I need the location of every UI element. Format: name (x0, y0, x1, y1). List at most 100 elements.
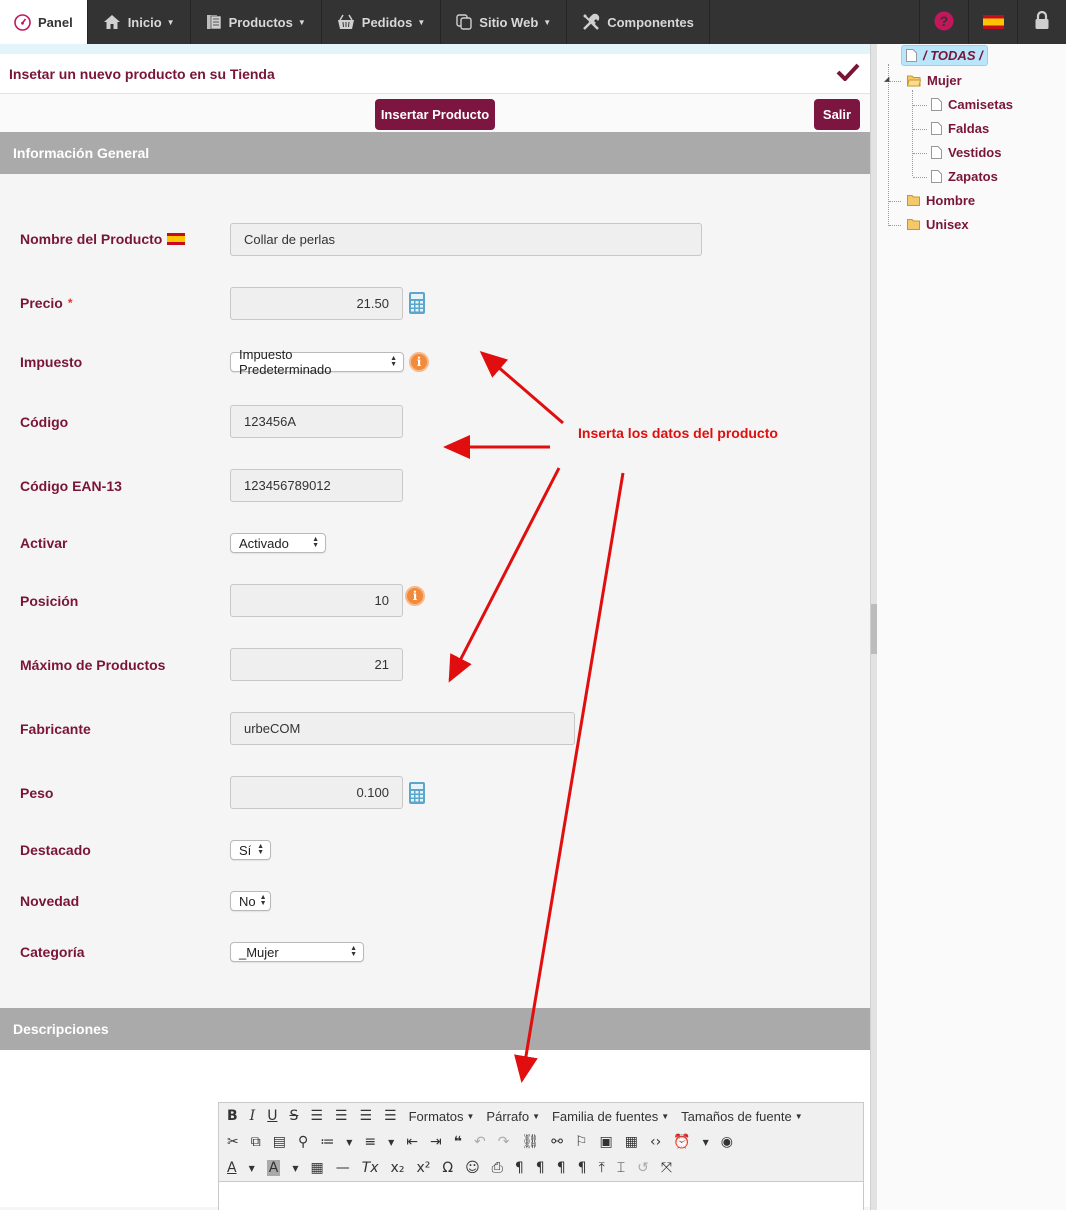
align-justify-icon[interactable]: ☰ (384, 1108, 397, 1124)
horizontal-rule-icon[interactable]: — (336, 1160, 350, 1176)
editor-body[interactable] (219, 1181, 863, 1210)
align-right-icon[interactable]: ☰ (359, 1108, 372, 1124)
media-icon[interactable]: ▦ (625, 1134, 638, 1150)
manufacturer-input[interactable]: urbeCOM (230, 712, 575, 745)
page-break-icon[interactable]: ⌶ (617, 1160, 625, 1176)
cut-icon[interactable]: ✂ (227, 1134, 239, 1150)
tax-select[interactable]: Impuesto Predeterminado ▲ ▼ (230, 347, 404, 377)
copy-icon[interactable]: ⧉ (251, 1134, 261, 1150)
superscript-icon[interactable]: x² (416, 1160, 430, 1176)
strikethrough-icon[interactable]: S (289, 1108, 298, 1124)
find-icon[interactable]: ⚲ (298, 1134, 308, 1150)
upload-icon[interactable]: ⤒ (599, 1160, 605, 1176)
blockquote-icon[interactable]: ❝ (454, 1134, 462, 1150)
paragraph-dropdown[interactable]: Párrafo ▼ (486, 1109, 540, 1124)
emoticon-icon[interactable]: ☺ (465, 1160, 480, 1176)
code-input[interactable]: 123456A (230, 405, 403, 438)
outdent-icon[interactable]: ⇤ (406, 1134, 418, 1150)
insert-product-button[interactable]: Insertar Producto (375, 99, 495, 130)
nav-componentes[interactable]: Componentes (567, 0, 710, 44)
nav-pedidos[interactable]: Pedidos ▼ (322, 0, 442, 44)
rtl-icon[interactable]: ¶ (536, 1160, 545, 1176)
featured-select[interactable]: Sí ▲ ▼ (230, 840, 271, 860)
nav-inicio[interactable]: Inicio ▼ (88, 0, 191, 44)
tree-node-faldas[interactable]: Faldas (931, 121, 989, 136)
position-input[interactable]: 10 (230, 584, 403, 617)
chevron-down-icon[interactable]: ▼ (388, 1138, 394, 1147)
language-button[interactable] (968, 0, 1017, 44)
clear-format-icon[interactable]: Tx (362, 1160, 379, 1176)
undo-icon[interactable]: ↶ (474, 1134, 486, 1150)
text-color-icon[interactable]: A (227, 1160, 237, 1176)
panel-splitter[interactable] (870, 44, 877, 1210)
chevron-down-icon[interactable]: ▼ (703, 1138, 709, 1147)
category-select[interactable]: _Mujer ▲ ▼ (230, 942, 364, 962)
show-blocks-icon[interactable]: ¶ (557, 1160, 566, 1176)
ltr-icon[interactable]: ¶ (515, 1160, 524, 1176)
indent-icon[interactable]: ⇥ (430, 1134, 442, 1150)
exit-button[interactable]: Salir (814, 99, 860, 130)
tree-node-unisex[interactable]: Unisex (907, 217, 969, 232)
chevron-down-icon[interactable]: ▼ (249, 1164, 255, 1173)
weight-input[interactable]: 0.100 (230, 776, 403, 809)
tree-node-mujer[interactable]: Mujer (907, 73, 962, 88)
chevron-down-icon: ▼ (297, 17, 306, 27)
product-name-label-text: Nombre del Producto (20, 231, 163, 247)
calculator-icon[interactable] (409, 292, 425, 319)
tree-node-camisetas[interactable]: Camisetas (931, 97, 1013, 112)
fullscreen-icon[interactable]: ⤧ (661, 1160, 672, 1176)
bookmark-icon[interactable]: ⚐ (575, 1134, 588, 1150)
preview-icon[interactable]: ◉ (721, 1134, 733, 1150)
required-marker: * (67, 296, 73, 310)
align-center-icon[interactable]: ☰ (335, 1108, 348, 1124)
activate-select[interactable]: Activado ▲ ▼ (230, 533, 326, 553)
subscript-icon[interactable]: x₂ (391, 1160, 405, 1176)
tree-node-vestidos[interactable]: Vestidos (931, 145, 1001, 160)
tree-node-zapatos[interactable]: Zapatos (931, 169, 998, 184)
font-family-dropdown[interactable]: Familia de fuentes ▼ (552, 1109, 669, 1124)
tree-expand-icon[interactable]: ◢ (884, 75, 889, 83)
link-icon[interactable]: ⛓ (521, 1134, 539, 1150)
print-icon[interactable]: ⎙ (492, 1160, 503, 1176)
chevron-down-icon[interactable]: ▼ (346, 1138, 352, 1147)
info-icon[interactable]: i (405, 586, 425, 606)
tree-node-hombre[interactable]: Hombre (907, 193, 975, 208)
special-char-icon[interactable]: Ω (442, 1160, 453, 1176)
max-products-input[interactable]: 21 (230, 648, 403, 681)
chevron-down-icon[interactable]: ▼ (292, 1164, 298, 1173)
info-icon[interactable]: i (409, 352, 429, 372)
nav-sitio-web[interactable]: Sitio Web ▼ (441, 0, 568, 44)
check-icon[interactable] (836, 62, 860, 86)
calculator-icon[interactable] (409, 782, 425, 809)
nav-componentes-label: Componentes (607, 14, 694, 30)
underline-icon[interactable]: U (267, 1108, 277, 1124)
align-left-icon[interactable]: ☰ (310, 1108, 323, 1124)
background-color-icon[interactable]: A (266, 1160, 281, 1176)
nav-productos[interactable]: Productos ▼ (191, 0, 322, 44)
image-icon[interactable]: ▣ (600, 1134, 613, 1150)
section-general-header: Información General (0, 132, 870, 174)
formats-dropdown[interactable]: Formatos ▼ (409, 1109, 475, 1124)
ean-input[interactable]: 123456789012 (230, 469, 403, 502)
bullet-list-icon[interactable]: ≔ (320, 1134, 334, 1150)
restore-icon[interactable]: ↺ (637, 1160, 649, 1176)
table-icon[interactable]: ▦ (310, 1160, 323, 1176)
font-size-dropdown[interactable]: Tamaños de fuente ▼ (681, 1109, 803, 1124)
unlink-icon[interactable]: ⚯ (551, 1134, 563, 1150)
product-name-input[interactable]: Collar de perlas (230, 223, 702, 256)
paste-icon[interactable]: ▤ (273, 1134, 286, 1150)
chevron-down-icon: ▼ (166, 17, 175, 27)
redo-icon[interactable]: ↷ (498, 1134, 510, 1150)
price-input[interactable]: 21.50 (230, 287, 403, 320)
bold-icon[interactable]: B (227, 1108, 238, 1124)
tree-node-root[interactable]: / TODAS / (901, 45, 988, 66)
new-select[interactable]: No ▲ ▼ (230, 891, 271, 911)
italic-icon[interactable]: I (250, 1108, 256, 1124)
nav-panel[interactable]: Panel (0, 0, 88, 44)
code-icon[interactable]: ‹› (650, 1134, 661, 1150)
numbered-list-icon[interactable]: ≡ (364, 1134, 376, 1150)
help-button[interactable]: ? (919, 0, 968, 44)
visual-chars-icon[interactable]: ¶ (578, 1160, 587, 1176)
lock-button[interactable] (1017, 0, 1066, 44)
datetime-icon[interactable]: ⏰ (673, 1134, 690, 1150)
